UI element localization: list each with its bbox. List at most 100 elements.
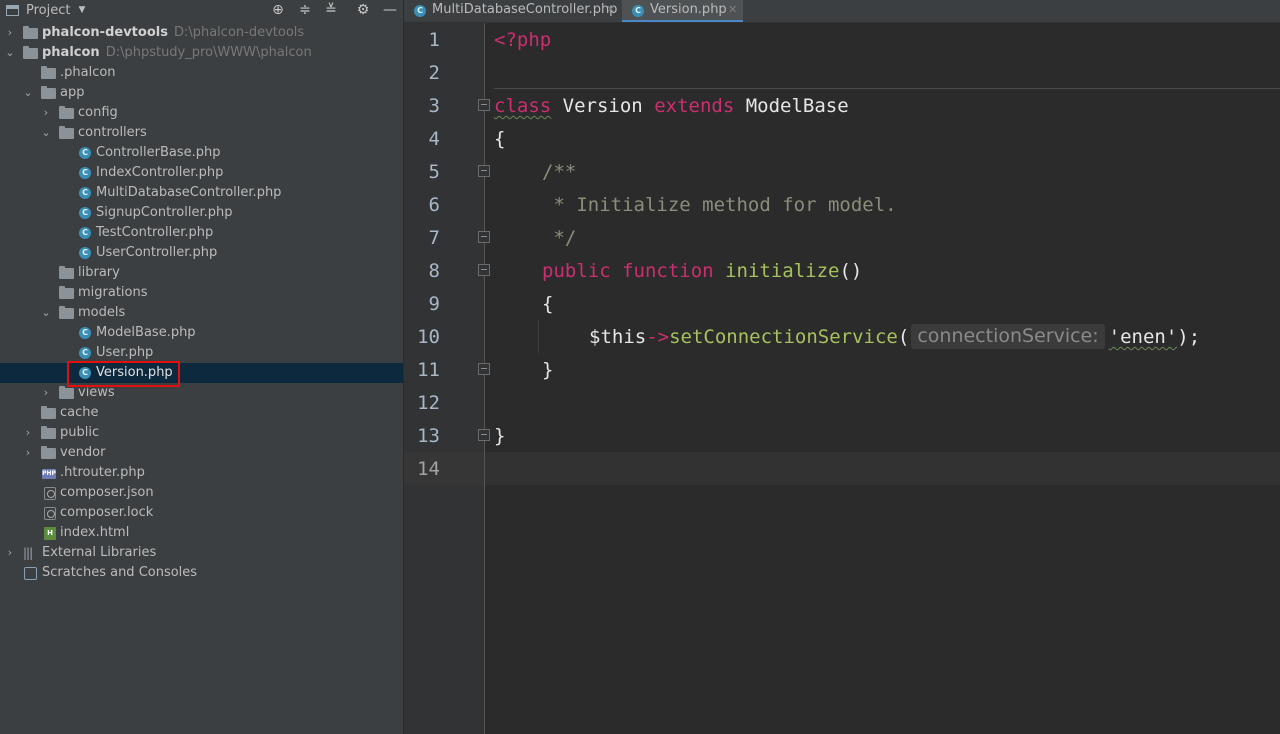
tree-item-label: External Libraries bbox=[42, 545, 157, 560]
tree-item-multidatabasecontroller[interactable]: C MultiDatabaseController.php bbox=[0, 183, 403, 203]
function-name: initialize bbox=[725, 260, 840, 282]
brace-open: { bbox=[542, 293, 554, 315]
tree-item-external-libraries[interactable]: › ||| External Libraries bbox=[0, 543, 403, 563]
tree-item-label: MultiDatabaseController.php bbox=[96, 185, 282, 200]
code-line-6: * Initialize method for model. bbox=[542, 194, 897, 216]
tree-item-user[interactable]: C User.php bbox=[0, 343, 403, 363]
tree-item-phalcon[interactable]: ⌄ phalcon D:\phpstudy_pro\WWW\phalcon bbox=[0, 43, 403, 63]
parent-class-name: ModelBase bbox=[745, 95, 849, 117]
tree-item-label: User.php bbox=[96, 345, 154, 360]
minimize-icon[interactable]: — bbox=[381, 1, 399, 19]
chevron-right-icon[interactable]: › bbox=[40, 383, 52, 403]
code-editor[interactable] bbox=[485, 23, 1280, 734]
tree-item-public[interactable]: › public bbox=[0, 423, 403, 443]
tree-item-testcontroller[interactable]: C TestController.php bbox=[0, 223, 403, 243]
collapse-all-icon[interactable]: ≚ bbox=[322, 1, 340, 19]
chevron-right-icon[interactable]: › bbox=[4, 23, 16, 43]
tree-item-composer-lock[interactable]: composer.lock bbox=[0, 503, 403, 523]
project-view-selector[interactable]: Project ▼ bbox=[6, 2, 85, 18]
chevron-down-icon: ▼ bbox=[78, 5, 86, 15]
tree-item-label: .phalcon bbox=[60, 65, 116, 80]
tree-item-app[interactable]: ⌄ app bbox=[0, 83, 403, 103]
chevron-down-icon[interactable]: ⌄ bbox=[22, 83, 34, 103]
php-class-icon: C bbox=[79, 347, 91, 359]
tree-item-config[interactable]: › config bbox=[0, 103, 403, 123]
code-line-13: } bbox=[494, 420, 505, 453]
tab-multidatabasecontroller[interactable]: C MultiDatabaseController.php ✕ bbox=[404, 0, 622, 22]
tree-item-indexcontroller[interactable]: C IndexController.php bbox=[0, 163, 403, 183]
close-icon[interactable]: ✕ bbox=[728, 0, 737, 20]
chevron-right-icon[interactable]: › bbox=[4, 543, 16, 563]
code-line-5: /** bbox=[542, 161, 577, 183]
code-line-8: public function initialize() bbox=[542, 255, 862, 288]
tree-item-controllerbase[interactable]: C ControllerBase.php bbox=[0, 143, 403, 163]
gear-icon[interactable]: ⚙ bbox=[354, 1, 372, 19]
folder-icon bbox=[59, 386, 74, 399]
project-panel-header: Project ▼ ⊕ ≑ ≚ ⚙ — bbox=[0, 0, 403, 20]
keyword-extends: extends bbox=[654, 95, 735, 117]
fold-marker-icon[interactable] bbox=[478, 264, 490, 276]
tree-item-label: ModelBase.php bbox=[96, 325, 196, 340]
code-line-4: { bbox=[494, 123, 505, 156]
folder-icon bbox=[59, 306, 74, 319]
php-class-icon: C bbox=[79, 327, 91, 339]
chevron-right-icon[interactable]: › bbox=[40, 103, 52, 123]
tree-item-label: cache bbox=[60, 405, 99, 420]
gutter-divider bbox=[484, 23, 485, 734]
fold-marker-icon[interactable] bbox=[478, 165, 490, 177]
tree-item-composer-json[interactable]: composer.json bbox=[0, 483, 403, 503]
line-number: 9 bbox=[428, 293, 440, 315]
tree-item-label: config bbox=[78, 105, 118, 120]
fold-marker-icon[interactable] bbox=[478, 363, 490, 375]
chevron-right-icon[interactable]: › bbox=[22, 423, 34, 443]
tree-item-dot-phalcon[interactable]: .phalcon bbox=[0, 63, 403, 83]
tree-item-htrouter[interactable]: PHP .htrouter.php bbox=[0, 463, 403, 483]
line-number: 11 bbox=[417, 359, 440, 381]
tree-item-index-html[interactable]: H index.html bbox=[0, 523, 403, 543]
tree-item-label: phalcon bbox=[42, 45, 100, 60]
tree-item-vendor[interactable]: › vendor bbox=[0, 443, 403, 463]
chevron-down-icon[interactable]: ⌄ bbox=[40, 303, 52, 323]
tree-item-models[interactable]: ⌄ models bbox=[0, 303, 403, 323]
chevron-down-icon[interactable]: ⌄ bbox=[40, 123, 52, 143]
tree-item-usercontroller[interactable]: C UserController.php bbox=[0, 243, 403, 263]
php-class-icon: C bbox=[79, 187, 91, 199]
tree-item-label: TestController.php bbox=[96, 225, 214, 240]
tree-item-migrations[interactable]: migrations bbox=[0, 283, 403, 303]
tree-item-controllers[interactable]: ⌄ controllers bbox=[0, 123, 403, 143]
chevron-down-icon[interactable]: ⌄ bbox=[4, 43, 16, 63]
tab-version[interactable]: C Version.php ✕ bbox=[622, 0, 743, 22]
tree-item-cache[interactable]: cache bbox=[0, 403, 403, 423]
tree-item-scratches[interactable]: Scratches and Consoles bbox=[0, 563, 403, 583]
fold-marker-icon[interactable] bbox=[478, 429, 490, 441]
php-class-icon: C bbox=[79, 367, 91, 379]
project-panel-title: Project bbox=[26, 2, 71, 18]
tree-item-phalcon-devtools[interactable]: › phalcon-devtools D:\phalcon-devtools bbox=[0, 23, 403, 43]
tree-item-library[interactable]: library bbox=[0, 263, 403, 283]
current-line-highlight bbox=[404, 452, 1280, 485]
keyword-public: public bbox=[542, 260, 611, 282]
locate-icon[interactable]: ⊕ bbox=[269, 1, 287, 19]
indent-guide bbox=[538, 320, 539, 353]
tree-item-signupcontroller[interactable]: C SignupController.php bbox=[0, 203, 403, 223]
php-open-tag: <?php bbox=[494, 29, 552, 51]
chevron-right-icon[interactable]: › bbox=[22, 443, 34, 463]
library-icon: ||| bbox=[23, 546, 33, 560]
tree-item-version[interactable]: C Version.php bbox=[0, 363, 403, 383]
folder-icon bbox=[59, 286, 74, 299]
editor-tab-bar: C MultiDatabaseController.php ✕ C Versio… bbox=[404, 0, 1280, 23]
folder-icon bbox=[59, 126, 74, 139]
expand-all-icon[interactable]: ≑ bbox=[296, 1, 314, 19]
tree-item-modelbase[interactable]: C ModelBase.php bbox=[0, 323, 403, 343]
fold-marker-icon[interactable] bbox=[478, 231, 490, 243]
method-call: setConnectionService bbox=[669, 326, 898, 348]
line-number: 4 bbox=[428, 128, 440, 150]
fold-marker-icon[interactable] bbox=[478, 99, 490, 111]
tree-item-views[interactable]: › views bbox=[0, 383, 403, 403]
close-icon[interactable]: ✕ bbox=[606, 0, 615, 20]
tree-item-label: migrations bbox=[78, 285, 148, 300]
code-line-9: { bbox=[542, 288, 553, 321]
tree-item-label: app bbox=[60, 85, 85, 100]
arrow-operator: -> bbox=[646, 326, 670, 348]
folder-icon bbox=[23, 26, 38, 39]
